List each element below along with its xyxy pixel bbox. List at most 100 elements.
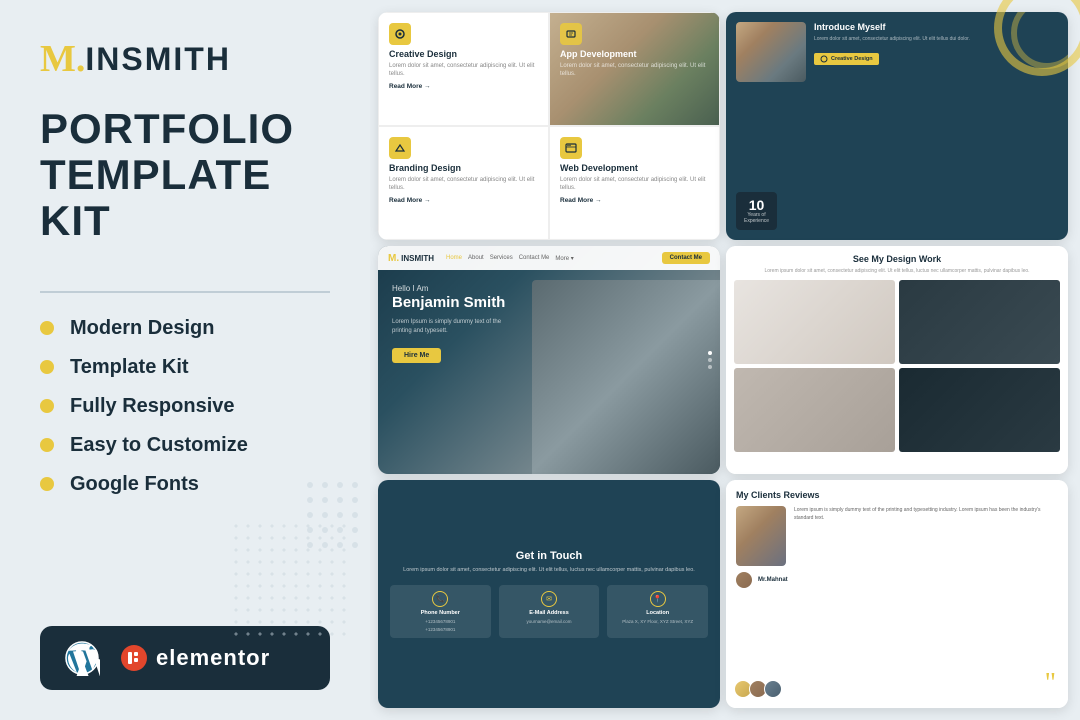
- contact-inner: Get in Touch Lorem ipsum dolor sit amet,…: [378, 480, 720, 708]
- portfolio-title: See My Design Work: [734, 254, 1060, 264]
- introduce-card: Introduce Myself Lorem dolor sit amet, c…: [726, 12, 1068, 240]
- nav-link-about[interactable]: About: [468, 255, 484, 262]
- review-content: Lorem ipsum is simply dummy text of the …: [736, 506, 1058, 566]
- bullet-icon-3: [40, 399, 54, 413]
- wordpress-badge: [64, 640, 100, 676]
- introduce-badge: Creative Design: [814, 53, 879, 65]
- title-block: PORTFOLIO TEMPLATE KIT: [40, 106, 330, 245]
- reviewer-avatar: [736, 572, 752, 588]
- service-desc-2: Lorem dolor sit amet, consectetur adipis…: [560, 62, 709, 79]
- feature-list: Modern Design Template Kit Fully Respons…: [40, 317, 330, 512]
- hero-name: Benjamin Smith: [392, 295, 706, 312]
- services-card: Creative Design Lorem dolor sit amet, co…: [378, 12, 720, 240]
- introduce-badge-text: Creative Design: [831, 56, 873, 62]
- bullet-icon-4: [40, 438, 54, 452]
- phone-icon: 📞: [432, 591, 448, 607]
- portfolio-item-3: [734, 368, 895, 452]
- bottom-badges: elementor: [40, 626, 330, 690]
- introduce-desc: Lorem dolor sit amet, consectetur adipis…: [814, 36, 1058, 44]
- email-label: E-Mail Address: [529, 610, 569, 616]
- hero-nav: M. INSMITH Home About Services Contact M…: [378, 246, 720, 270]
- contact-card: Get in Touch Lorem ipsum dolor sit amet,…: [378, 480, 720, 708]
- portfolio-grid: [734, 280, 1060, 452]
- service-item-4: Web Development Lorem dolor sit amet, co…: [549, 126, 720, 240]
- read-more-4[interactable]: Read More →: [560, 197, 709, 204]
- nav-link-home[interactable]: Home: [446, 255, 462, 262]
- creative-icon: [820, 55, 828, 63]
- hero-inner: M. INSMITH Home About Services Contact M…: [378, 246, 720, 474]
- logo-area: M. INSMITH: [40, 40, 330, 78]
- elementor-icon: [120, 644, 148, 672]
- branding-icon: [389, 137, 411, 159]
- location-label: Location: [646, 610, 669, 616]
- quote-mark: ": [1045, 670, 1056, 698]
- elementor-badge: elementor: [120, 644, 270, 672]
- nav-link-contact[interactable]: Contact Me: [519, 255, 550, 262]
- introduce-photo: [736, 22, 806, 82]
- nav-link-more[interactable]: More ▾: [555, 255, 573, 262]
- bullet-icon-1: [40, 321, 54, 335]
- contact-title: Get in Touch: [516, 550, 582, 562]
- service-item-3: Branding Design Lorem dolor sit amet, co…: [378, 126, 549, 240]
- location-val: Plaza X, XY Floor, XYZ Street, XYZ: [622, 619, 693, 624]
- feature-label-1: Modern Design: [70, 317, 214, 340]
- read-more-1[interactable]: Read More →: [389, 83, 538, 90]
- hire-me-button[interactable]: Hire Me: [392, 348, 441, 363]
- logo-name: INSMITH: [85, 41, 231, 78]
- feature-label-5: Google Fonts: [70, 473, 199, 496]
- service-desc-4: Lorem dolor sit amet, consectetur adipis…: [560, 176, 709, 193]
- logo-letter: M.: [40, 40, 85, 78]
- service-title-4: Web Development: [560, 163, 709, 173]
- right-panel: Creative Design Lorem dolor sit amet, co…: [370, 0, 1080, 720]
- divider: [40, 291, 330, 293]
- elementor-text: elementor: [156, 645, 270, 671]
- avatar-row: [734, 680, 782, 698]
- portfolio-item-1: [734, 280, 895, 364]
- feature-item-5: Google Fonts: [40, 473, 330, 496]
- portfolio-card: See My Design Work Lorem ipsum dolor sit…: [726, 246, 1068, 474]
- hero-greeting: Hello I Am: [392, 284, 706, 293]
- introduce-inner: Introduce Myself Lorem dolor sit amet, c…: [726, 12, 1068, 240]
- phone-val2: +12345678901: [425, 627, 455, 632]
- feature-item-3: Fully Responsive: [40, 395, 330, 418]
- email-val: yourname@email.com: [526, 619, 571, 624]
- portfolio-item-2: [899, 280, 1060, 364]
- contact-info-row: 📞 Phone Number +12345678901 +12345678901…: [390, 585, 708, 638]
- reviewer-photo-bg: [736, 506, 786, 566]
- read-more-3[interactable]: Read More →: [389, 197, 538, 204]
- service-item-1: Creative Design Lorem dolor sit amet, co…: [378, 12, 549, 126]
- location-icon: 📍: [650, 591, 666, 607]
- contact-email-box: ✉ E-Mail Address yourname@email.com: [499, 585, 600, 638]
- contact-phone-box: 📞 Phone Number +12345678901 +12345678901: [390, 585, 491, 638]
- small-avatar-3: [764, 680, 782, 698]
- reviews-title: My Clients Reviews: [736, 490, 1058, 500]
- hero-nav-logo: M. INSMITH: [388, 253, 434, 264]
- service-desc-3: Lorem dolor sit amet, consectetur adipis…: [389, 176, 538, 193]
- wordpress-icon: [64, 640, 100, 676]
- reviews-inner: My Clients Reviews Lorem ipsum is simply…: [726, 480, 1068, 708]
- reviewer-info-area: Mr.Mahnat: [736, 572, 1058, 588]
- portfolio-inner: See My Design Work Lorem ipsum dolor sit…: [726, 246, 1068, 474]
- service-desc-1: Lorem dolor sit amet, consectetur adipis…: [389, 62, 538, 79]
- feature-item-4: Easy to Customize: [40, 434, 330, 457]
- main-container: M. INSMITH PORTFOLIO TEMPLATE KIT Modern…: [0, 0, 1080, 720]
- hero-card: M. INSMITH Home About Services Contact M…: [378, 246, 720, 474]
- hero-desc: Lorem Ipsum is simply dummy text of the …: [392, 318, 522, 336]
- reviews-card: My Clients Reviews Lorem ipsum is simply…: [726, 480, 1068, 708]
- years-label: Years ofExperience: [744, 212, 769, 224]
- nav-link-services[interactable]: Services: [490, 255, 513, 262]
- service-title-3: Branding Design: [389, 163, 538, 173]
- introduce-photo-bg: [736, 22, 806, 82]
- portfolio-desc: Lorem ipsum dolor sit amet, consectetur …: [734, 268, 1060, 274]
- introduce-title: Introduce Myself: [814, 22, 1058, 32]
- years-box: 10 Years ofExperience: [736, 192, 777, 230]
- reviewer-name: Mr.Mahnat: [758, 577, 788, 583]
- hero-content: Hello I Am Benjamin Smith Lorem Ipsum is…: [378, 270, 720, 377]
- left-panel: M. INSMITH PORTFOLIO TEMPLATE KIT Modern…: [0, 0, 370, 720]
- creative-design-icon: [389, 23, 411, 45]
- phone-val1: +12345678901: [425, 619, 455, 624]
- reviewer-photo: [736, 506, 786, 566]
- service-item-2: App Development Lorem dolor sit amet, co…: [549, 12, 720, 126]
- feature-item-1: Modern Design: [40, 317, 330, 340]
- hero-nav-cta[interactable]: Contact Me: [662, 252, 710, 264]
